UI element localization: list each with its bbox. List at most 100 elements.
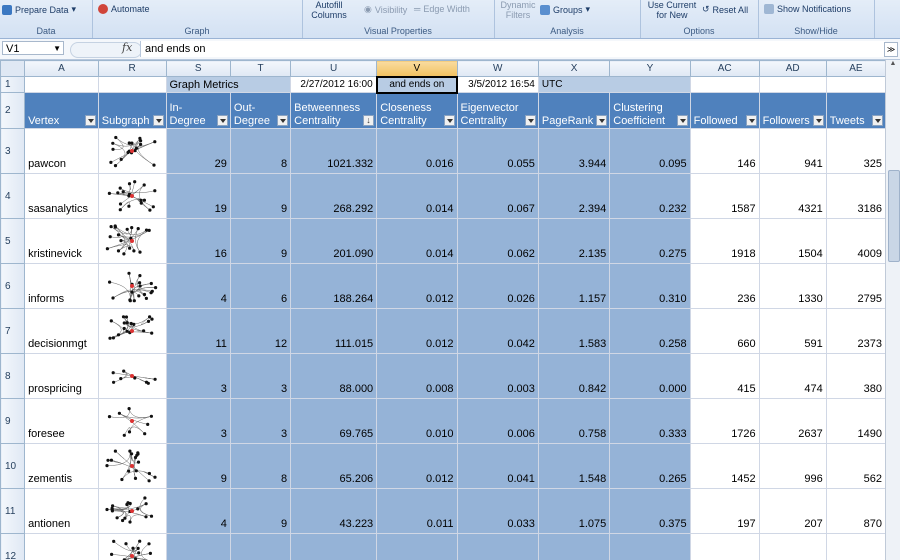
- eigenvector-cell[interactable]: 0.006: [456, 398, 539, 444]
- subgraph-thumbnail[interactable]: [97, 533, 167, 560]
- betweenness-cell[interactable]: 268.292: [290, 173, 378, 219]
- clustering-cell[interactable]: 0.232: [609, 173, 691, 219]
- eigenvector-cell[interactable]: 0.041: [456, 443, 539, 489]
- vertical-scrollbar[interactable]: ▲: [885, 60, 900, 560]
- betweenness-cell[interactable]: 1021.332: [290, 128, 378, 174]
- header-clustering[interactable]: Clustering Coefficient: [609, 92, 691, 129]
- vertex-cell[interactable]: antionen: [24, 488, 99, 534]
- header-tweets[interactable]: Tweets: [825, 92, 886, 129]
- header-eigenvector[interactable]: Eigenvector Centrality: [456, 92, 539, 129]
- pagerank-cell[interactable]: 1.311: [537, 533, 611, 560]
- vertex-cell[interactable]: pawcon: [24, 128, 99, 174]
- closeness-cell[interactable]: 0.012: [376, 443, 458, 489]
- cell[interactable]: [24, 76, 99, 93]
- vertex-cell[interactable]: decisionmgt: [24, 308, 99, 354]
- closeness-cell[interactable]: 0.012: [376, 308, 458, 354]
- header-followed[interactable]: Followed: [689, 92, 760, 129]
- in-degree-cell[interactable]: 16: [165, 218, 231, 264]
- tweets-cell[interactable]: 4009: [825, 218, 886, 264]
- groups-button[interactable]: Groups ▾: [540, 4, 590, 15]
- row-header[interactable]: 10: [0, 443, 26, 489]
- clustering-cell[interactable]: 0.333: [609, 398, 691, 444]
- cell[interactable]: [825, 76, 886, 93]
- header-subgraph[interactable]: Subgraph: [97, 92, 167, 129]
- tweets-cell[interactable]: 325: [825, 128, 886, 174]
- eigenvector-cell[interactable]: 0.037: [456, 533, 539, 560]
- pagerank-cell[interactable]: 0.842: [537, 353, 611, 399]
- followers-cell[interactable]: 6335: [758, 533, 827, 560]
- cell[interactable]: [758, 76, 827, 93]
- followers-cell[interactable]: 996: [758, 443, 827, 489]
- filter-dropdown-icon[interactable]: [443, 115, 455, 126]
- filter-dropdown-icon[interactable]: [84, 115, 96, 126]
- row-header[interactable]: 2: [0, 92, 26, 129]
- in-degree-cell[interactable]: 3: [165, 398, 231, 444]
- chevron-down-icon[interactable]: ▼: [53, 42, 61, 56]
- in-degree-cell[interactable]: 4: [165, 488, 231, 534]
- header-out-degree[interactable]: Out-Degree: [229, 92, 292, 129]
- vertex-cell[interactable]: sasanalytics: [24, 173, 99, 219]
- subgraph-thumbnail[interactable]: [97, 218, 167, 264]
- scrollbar-thumb[interactable]: [888, 170, 900, 262]
- pagerank-cell[interactable]: 1.548: [537, 443, 611, 489]
- pagerank-cell[interactable]: 3.944: [537, 128, 611, 174]
- row-header[interactable]: 11: [0, 488, 26, 534]
- tweets-cell[interactable]: 870: [825, 488, 886, 534]
- column-header[interactable]: AC: [689, 60, 760, 77]
- eigenvector-cell[interactable]: 0.003: [456, 353, 539, 399]
- selected-cell-v1[interactable]: and ends on: [375, 75, 459, 94]
- column-header[interactable]: AE: [825, 60, 886, 77]
- pagerank-cell[interactable]: 1.075: [537, 488, 611, 534]
- betweenness-cell[interactable]: 65.206: [290, 443, 378, 489]
- out-degree-cell[interactable]: 8: [229, 443, 292, 489]
- header-closeness[interactable]: Closeness Centrality: [376, 92, 458, 129]
- sort-descending-icon[interactable]: [363, 114, 375, 127]
- followed-cell[interactable]: 197: [689, 488, 760, 534]
- pagerank-cell[interactable]: 1.583: [537, 308, 611, 354]
- clustering-cell[interactable]: 0.000: [609, 353, 691, 399]
- row-header[interactable]: 3: [0, 128, 26, 174]
- pagerank-cell[interactable]: 2.394: [537, 173, 611, 219]
- out-degree-cell[interactable]: 8: [229, 128, 292, 174]
- eigenvector-cell[interactable]: 0.055: [456, 128, 539, 174]
- tweets-cell[interactable]: 3518: [825, 533, 886, 560]
- column-header[interactable]: AD: [758, 60, 827, 77]
- closeness-cell[interactable]: 0.014: [376, 218, 458, 264]
- filter-dropdown-icon[interactable]: [676, 115, 688, 126]
- out-degree-cell[interactable]: 9: [229, 173, 292, 219]
- header-pagerank[interactable]: PageRank: [537, 92, 611, 129]
- pagerank-cell[interactable]: 0.758: [537, 398, 611, 444]
- followers-cell[interactable]: 4321: [758, 173, 827, 219]
- visibility-button[interactable]: ◉ Visibility: [364, 4, 407, 15]
- subgraph-thumbnail[interactable]: [97, 353, 167, 399]
- cell[interactable]: [689, 76, 760, 93]
- eigenvector-cell[interactable]: 0.062: [456, 218, 539, 264]
- followed-cell[interactable]: 1918: [689, 218, 760, 264]
- formula-input[interactable]: and ends on: [140, 41, 885, 57]
- followers-cell[interactable]: 1504: [758, 218, 827, 264]
- name-box[interactable]: V1 ▼: [2, 41, 64, 55]
- closeness-cell[interactable]: 0.011: [376, 488, 458, 534]
- eigenvector-cell[interactable]: 0.033: [456, 488, 539, 534]
- row-header[interactable]: 4: [0, 173, 26, 219]
- followed-cell[interactable]: 1573: [689, 533, 760, 560]
- pagerank-cell[interactable]: 1.157: [537, 263, 611, 309]
- followers-cell[interactable]: 1330: [758, 263, 827, 309]
- clustering-cell[interactable]: 0.265: [609, 443, 691, 489]
- clustering-cell[interactable]: 0.095: [609, 128, 691, 174]
- out-degree-cell[interactable]: 3: [229, 398, 292, 444]
- clustering-cell[interactable]: 0.310: [609, 263, 691, 309]
- in-degree-cell[interactable]: 9: [165, 443, 231, 489]
- column-header[interactable]: R: [97, 60, 167, 77]
- tweets-cell[interactable]: 2795: [825, 263, 886, 309]
- eigenvector-cell[interactable]: 0.042: [456, 308, 539, 354]
- use-current-for-new-button[interactable]: Use Current for New: [644, 0, 700, 20]
- closeness-cell[interactable]: 0.014: [376, 173, 458, 219]
- closeness-cell[interactable]: 0.010: [376, 398, 458, 444]
- vertex-cell[interactable]: teradata: [24, 533, 99, 560]
- edge-width-button[interactable]: ═ Edge Width: [414, 4, 470, 14]
- followed-cell[interactable]: 1587: [689, 173, 760, 219]
- betweenness-cell[interactable]: 111.015: [290, 308, 378, 354]
- graph-metrics-title-cell[interactable]: Graph Metrics: [165, 76, 292, 93]
- clustering-cell[interactable]: 0.275: [609, 218, 691, 264]
